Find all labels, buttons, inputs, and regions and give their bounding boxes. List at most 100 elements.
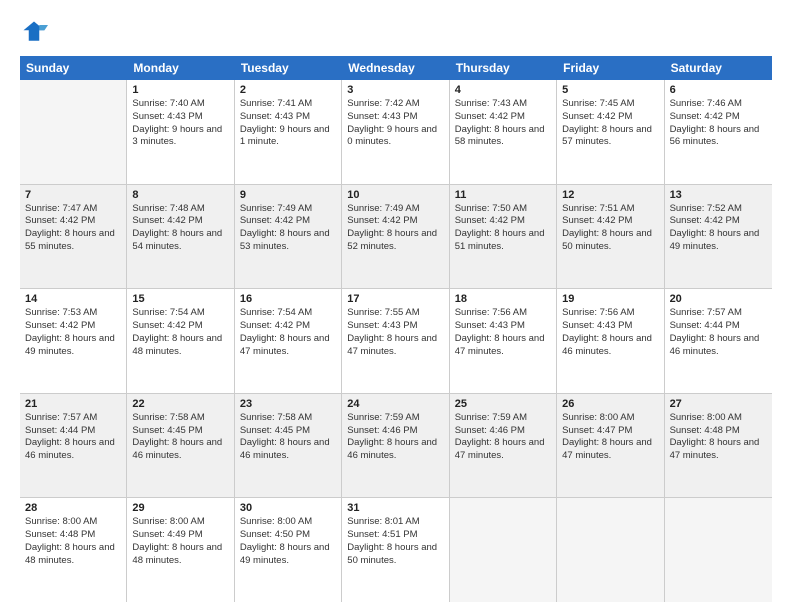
day-cell-9: 9Sunrise: 7:49 AMSunset: 4:42 PMDaylight… xyxy=(235,185,342,289)
daylight-text: Daylight: 8 hours and 57 minutes. xyxy=(562,124,658,150)
day-number: 18 xyxy=(455,293,551,305)
calendar-body: 1Sunrise: 7:40 AMSunset: 4:43 PMDaylight… xyxy=(20,80,772,602)
day-number: 22 xyxy=(132,398,228,410)
header xyxy=(20,18,772,46)
daylight-text: Daylight: 8 hours and 58 minutes. xyxy=(455,124,551,150)
empty-cell xyxy=(450,498,557,602)
daylight-text: Daylight: 8 hours and 49 minutes. xyxy=(670,228,767,254)
sunset-text: Sunset: 4:42 PM xyxy=(347,215,443,228)
day-cell-20: 20Sunrise: 7:57 AMSunset: 4:44 PMDayligh… xyxy=(665,289,772,393)
day-cell-11: 11Sunrise: 7:50 AMSunset: 4:42 PMDayligh… xyxy=(450,185,557,289)
day-number: 20 xyxy=(670,293,767,305)
day-cell-27: 27 Sunrise: 8:00 AMSunset: 4:48 PMDayligh… xyxy=(665,394,772,498)
calendar: SundayMondayTuesdayWednesdayThursdayFrid… xyxy=(20,56,772,602)
daylight-text: Daylight: 9 hours and 1 minute. xyxy=(240,124,336,150)
sunset-text: Sunset: 4:48 PM xyxy=(25,529,121,542)
sunrise-text: Sunrise: 7:59 AM xyxy=(347,412,443,425)
day-number: 15 xyxy=(132,293,228,305)
day-cell-31: 31Sunrise: 8:01 AMSunset: 4:51 PMDayligh… xyxy=(342,498,449,602)
sunrise-text: Sunrise: 7:56 AM xyxy=(455,307,551,320)
sunset-text: Sunset: 4:45 PM xyxy=(240,425,336,438)
day-cell-18: 18Sunrise: 7:56 AMSunset: 4:43 PMDayligh… xyxy=(450,289,557,393)
sunset-text: Sunset: 4:42 PM xyxy=(132,215,228,228)
sunrise-text: Sunrise: 7:57 AM xyxy=(670,307,767,320)
sunrise-text: Sunrise: 7:41 AM xyxy=(240,98,336,111)
day-number: 6 xyxy=(670,84,767,96)
daylight-text: Daylight: 8 hours and 47 minutes. xyxy=(670,437,767,463)
sunrise-text: Sunrise: 8:00 AM xyxy=(132,516,228,529)
day-cell-14: 14Sunrise: 7:53 AMSunset: 4:42 PMDayligh… xyxy=(20,289,127,393)
day-number: 27 xyxy=(670,398,767,410)
sunrise-text: Sunrise: 7:55 AM xyxy=(347,307,443,320)
sunrise-text: Sunrise: 8:00 AM xyxy=(670,412,767,425)
daylight-text: Daylight: 8 hours and 48 minutes. xyxy=(132,333,228,359)
daylight-text: Daylight: 8 hours and 46 minutes. xyxy=(562,333,658,359)
daylight-text: Daylight: 8 hours and 50 minutes. xyxy=(562,228,658,254)
daylight-text: Daylight: 8 hours and 48 minutes. xyxy=(132,542,228,568)
day-cell-22: 22Sunrise: 7:58 AMSunset: 4:45 PMDayligh… xyxy=(127,394,234,498)
day-number: 30 xyxy=(240,502,336,514)
day-number: 1 xyxy=(132,84,228,96)
daylight-text: Daylight: 9 hours and 0 minutes. xyxy=(347,124,443,150)
daylight-text: Daylight: 8 hours and 47 minutes. xyxy=(347,333,443,359)
daylight-text: Daylight: 8 hours and 53 minutes. xyxy=(240,228,336,254)
calendar-row-2: 14Sunrise: 7:53 AMSunset: 4:42 PMDayligh… xyxy=(20,289,772,394)
sunrise-text: Sunrise: 7:46 AM xyxy=(670,98,767,111)
daylight-text: Daylight: 8 hours and 47 minutes. xyxy=(455,333,551,359)
sunset-text: Sunset: 4:44 PM xyxy=(670,320,767,333)
day-cell-1: 1Sunrise: 7:40 AMSunset: 4:43 PMDaylight… xyxy=(127,80,234,184)
day-cell-21: 21Sunrise: 7:57 AMSunset: 4:44 PMDayligh… xyxy=(20,394,127,498)
day-cell-19: 19Sunrise: 7:56 AMSunset: 4:43 PMDayligh… xyxy=(557,289,664,393)
day-header-wednesday: Wednesday xyxy=(342,56,449,80)
day-header-friday: Friday xyxy=(557,56,664,80)
sunset-text: Sunset: 4:48 PM xyxy=(670,425,767,438)
sunset-text: Sunset: 4:42 PM xyxy=(562,111,658,124)
day-number: 28 xyxy=(25,502,121,514)
day-cell-12: 12Sunrise: 7:51 AMSunset: 4:42 PMDayligh… xyxy=(557,185,664,289)
day-header-thursday: Thursday xyxy=(450,56,557,80)
sunrise-text: Sunrise: 7:56 AM xyxy=(562,307,658,320)
daylight-text: Daylight: 8 hours and 52 minutes. xyxy=(347,228,443,254)
calendar-row-0: 1Sunrise: 7:40 AMSunset: 4:43 PMDaylight… xyxy=(20,80,772,185)
sunrise-text: Sunrise: 7:50 AM xyxy=(455,203,551,216)
day-cell-13: 13 Sunrise: 7:52 AMSunset: 4:42 PMDayligh… xyxy=(665,185,772,289)
daylight-text: Daylight: 8 hours and 47 minutes. xyxy=(455,437,551,463)
day-number: 13 xyxy=(670,189,767,201)
sunrise-text: Sunrise: 7:48 AM xyxy=(132,203,228,216)
daylight-text: Daylight: 8 hours and 49 minutes. xyxy=(25,333,121,359)
empty-cell xyxy=(665,498,772,602)
day-number: 4 xyxy=(455,84,551,96)
day-cell-24: 24Sunrise: 7:59 AMSunset: 4:46 PMDayligh… xyxy=(342,394,449,498)
day-number: 12 xyxy=(562,189,658,201)
day-header-sunday: Sunday xyxy=(20,56,127,80)
sunrise-text: Sunrise: 7:52 AM xyxy=(670,203,767,216)
logo xyxy=(20,18,52,46)
calendar-header: SundayMondayTuesdayWednesdayThursdayFrid… xyxy=(20,56,772,80)
daylight-text: Daylight: 8 hours and 49 minutes. xyxy=(240,542,336,568)
sunrise-text: Sunrise: 7:42 AM xyxy=(347,98,443,111)
sunset-text: Sunset: 4:42 PM xyxy=(455,215,551,228)
day-cell-28: 28Sunrise: 8:00 AMSunset: 4:48 PMDayligh… xyxy=(20,498,127,602)
daylight-text: Daylight: 8 hours and 47 minutes. xyxy=(240,333,336,359)
day-cell-10: 10Sunrise: 7:49 AMSunset: 4:42 PMDayligh… xyxy=(342,185,449,289)
day-number: 29 xyxy=(132,502,228,514)
sunset-text: Sunset: 4:46 PM xyxy=(347,425,443,438)
day-cell-29: 29 Sunrise: 8:00 AMSunset: 4:49 PMDayligh… xyxy=(127,498,234,602)
day-number: 7 xyxy=(25,189,121,201)
sunrise-text: Sunrise: 7:54 AM xyxy=(132,307,228,320)
day-number: 11 xyxy=(455,189,551,201)
day-number: 8 xyxy=(132,189,228,201)
sunset-text: Sunset: 4:44 PM xyxy=(25,425,121,438)
calendar-row-1: 7Sunrise: 7:47 AMSunset: 4:42 PMDaylight… xyxy=(20,185,772,290)
day-header-monday: Monday xyxy=(127,56,234,80)
day-cell-8: 8Sunrise: 7:48 AMSunset: 4:42 PMDaylight… xyxy=(127,185,234,289)
day-cell-30: 30Sunrise: 8:00 AMSunset: 4:50 PMDayligh… xyxy=(235,498,342,602)
sunset-text: Sunset: 4:49 PM xyxy=(132,529,228,542)
day-number: 23 xyxy=(240,398,336,410)
sunset-text: Sunset: 4:42 PM xyxy=(670,215,767,228)
day-cell-15: 15Sunrise: 7:54 AMSunset: 4:42 PMDayligh… xyxy=(127,289,234,393)
sunset-text: Sunset: 4:42 PM xyxy=(455,111,551,124)
sunrise-text: Sunrise: 7:51 AM xyxy=(562,203,658,216)
daylight-text: Daylight: 8 hours and 48 minutes. xyxy=(25,542,121,568)
sunrise-text: Sunrise: 7:59 AM xyxy=(455,412,551,425)
